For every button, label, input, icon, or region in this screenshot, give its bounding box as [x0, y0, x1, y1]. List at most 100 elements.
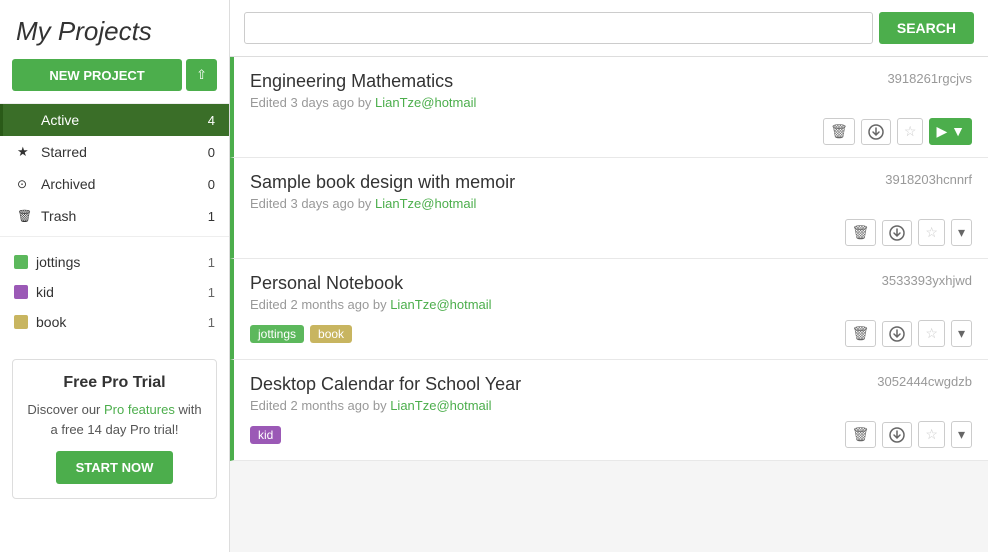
main-content: SEARCH Engineering Mathematics 3918261rg…: [230, 0, 988, 552]
star-button[interactable]: ☆: [918, 320, 945, 347]
download-button[interactable]: [861, 119, 891, 145]
promo-text: Discover our Pro features with a free 14…: [25, 400, 204, 439]
meta-edited: Edited 2 months ago by: [250, 297, 390, 312]
open-button[interactable]: ▾: [951, 421, 972, 448]
label-count: 1: [208, 255, 215, 270]
promo-text-before: Discover our: [27, 402, 104, 417]
search-button[interactable]: SEARCH: [879, 12, 974, 44]
star-button[interactable]: ☆: [918, 421, 945, 448]
project-meta: Edited 2 months ago by LianTze@hotmail: [250, 297, 972, 312]
project-meta: Edited 2 months ago by LianTze@hotmail: [250, 398, 972, 413]
download-icon: [868, 124, 884, 140]
delete-button[interactable]: 🗑: [845, 320, 877, 347]
promo-title: Free Pro Trial: [25, 374, 204, 392]
project-bottom: kid 🗑 ☆ ▾: [250, 413, 972, 448]
project-id: 3918203hcnnrf: [885, 172, 972, 187]
star-icon: ☆: [904, 123, 917, 140]
open-icon: ▶ ▼: [936, 123, 965, 140]
new-project-button[interactable]: NEW PROJECT: [12, 59, 182, 91]
project-id: 3533393yxhjwd: [882, 273, 972, 288]
meta-user-link[interactable]: LianTze@hotmail: [375, 95, 476, 110]
sidebar-labels: jottings 1 kid 1 book 1: [0, 236, 229, 347]
archived-count: 0: [208, 177, 215, 192]
label-item-jottings[interactable]: jottings 1: [0, 247, 229, 277]
table-row: Personal Notebook 3533393yxhjwd Edited 2…: [230, 259, 988, 360]
project-bottom: 🗑 ☆ ▶ ▼: [250, 110, 972, 145]
meta-edited: Edited 3 days ago by: [250, 95, 375, 110]
meta-edited: Edited 2 months ago by: [250, 398, 390, 413]
upload-button[interactable]: ⇧: [186, 59, 217, 91]
sidebar: My Projects NEW PROJECT ⇧ Active 4 ★ Sta…: [0, 0, 230, 552]
label-dot-kid: [14, 285, 28, 299]
project-id: 3918261rgcjvs: [887, 71, 972, 86]
star-icon: ☆: [925, 426, 938, 443]
active-count: 4: [208, 113, 215, 128]
sidebar-item-trash[interactable]: 🗑 Trash 1: [0, 200, 229, 232]
project-actions: 🗑 ☆ ▾: [845, 421, 972, 448]
open-button[interactable]: ▾: [951, 320, 972, 347]
sidebar-item-label: Active: [41, 112, 208, 128]
tag-jottings[interactable]: jottings: [250, 325, 304, 343]
promo-link[interactable]: Pro features: [104, 402, 175, 417]
project-id: 3052444cwgdzb: [877, 374, 972, 389]
project-name[interactable]: Engineering Mathematics: [250, 71, 453, 92]
download-icon: [889, 225, 905, 241]
project-bottom: jottings book 🗑 ☆ ▾: [250, 312, 972, 347]
open-button[interactable]: ▾: [951, 219, 972, 246]
label-name: book: [36, 314, 208, 330]
star-button[interactable]: ☆: [897, 118, 924, 145]
label-name: jottings: [36, 254, 208, 270]
project-name[interactable]: Personal Notebook: [250, 273, 403, 294]
sidebar-item-label: Trash: [41, 208, 208, 224]
download-icon: [889, 326, 905, 342]
sidebar-item-archived[interactable]: ⊙ Archived 0: [0, 168, 229, 200]
delete-button[interactable]: 🗑: [845, 421, 877, 448]
meta-user-link[interactable]: LianTze@hotmail: [390, 398, 491, 413]
table-row: Engineering Mathematics 3918261rgcjvs Ed…: [230, 57, 988, 158]
tag-kid[interactable]: kid: [250, 426, 281, 444]
star-icon: ☆: [925, 325, 938, 342]
download-button[interactable]: [882, 422, 912, 448]
project-tags: kid: [250, 426, 281, 444]
project-meta: Edited 3 days ago by LianTze@hotmail: [250, 196, 972, 211]
starred-count: 0: [208, 145, 215, 160]
start-now-button[interactable]: START NOW: [56, 451, 174, 484]
label-item-book[interactable]: book 1: [0, 307, 229, 337]
sidebar-item-starred[interactable]: ★ Starred 0: [0, 136, 229, 168]
label-item-kid[interactable]: kid 1: [0, 277, 229, 307]
project-tags: jottings book: [250, 325, 352, 343]
meta-edited: Edited 3 days ago by: [250, 196, 375, 211]
project-name[interactable]: Sample book design with memoir: [250, 172, 515, 193]
label-name: kid: [36, 284, 208, 300]
download-button[interactable]: [882, 220, 912, 246]
project-name[interactable]: Desktop Calendar for School Year: [250, 374, 521, 395]
trash-nav-icon: 🗑: [17, 209, 35, 223]
label-dot-book: [14, 315, 28, 329]
trash-count: 1: [208, 209, 215, 224]
search-input[interactable]: [244, 12, 873, 44]
archive-icon: ⊙: [17, 177, 35, 191]
project-header: Engineering Mathematics 3918261rgcjvs: [250, 71, 972, 92]
project-actions: 🗑 ☆ ▾: [845, 320, 972, 347]
tag-book[interactable]: book: [310, 325, 352, 343]
meta-user-link[interactable]: LianTze@hotmail: [390, 297, 491, 312]
project-actions: 🗑 ☆ ▾: [845, 219, 972, 246]
label-count: 1: [208, 285, 215, 300]
sidebar-item-active[interactable]: Active 4: [0, 104, 229, 136]
open-button[interactable]: ▶ ▼: [929, 118, 972, 145]
project-meta: Edited 3 days ago by LianTze@hotmail: [250, 95, 972, 110]
delete-button[interactable]: 🗑: [823, 118, 855, 145]
delete-button[interactable]: 🗑: [845, 219, 877, 246]
meta-user-link[interactable]: LianTze@hotmail: [375, 196, 476, 211]
star-button[interactable]: ☆: [918, 219, 945, 246]
upload-icon: ⇧: [196, 67, 207, 82]
label-dot-jottings: [14, 255, 28, 269]
project-header: Sample book design with memoir 3918203hc…: [250, 172, 972, 193]
search-bar: SEARCH: [230, 0, 988, 57]
project-header: Personal Notebook 3533393yxhjwd: [250, 273, 972, 294]
star-icon: ☆: [925, 224, 938, 241]
project-list: Engineering Mathematics 3918261rgcjvs Ed…: [230, 57, 988, 552]
star-nav-icon: ★: [17, 144, 35, 160]
download-button[interactable]: [882, 321, 912, 347]
project-actions: 🗑 ☆ ▶ ▼: [823, 118, 972, 145]
